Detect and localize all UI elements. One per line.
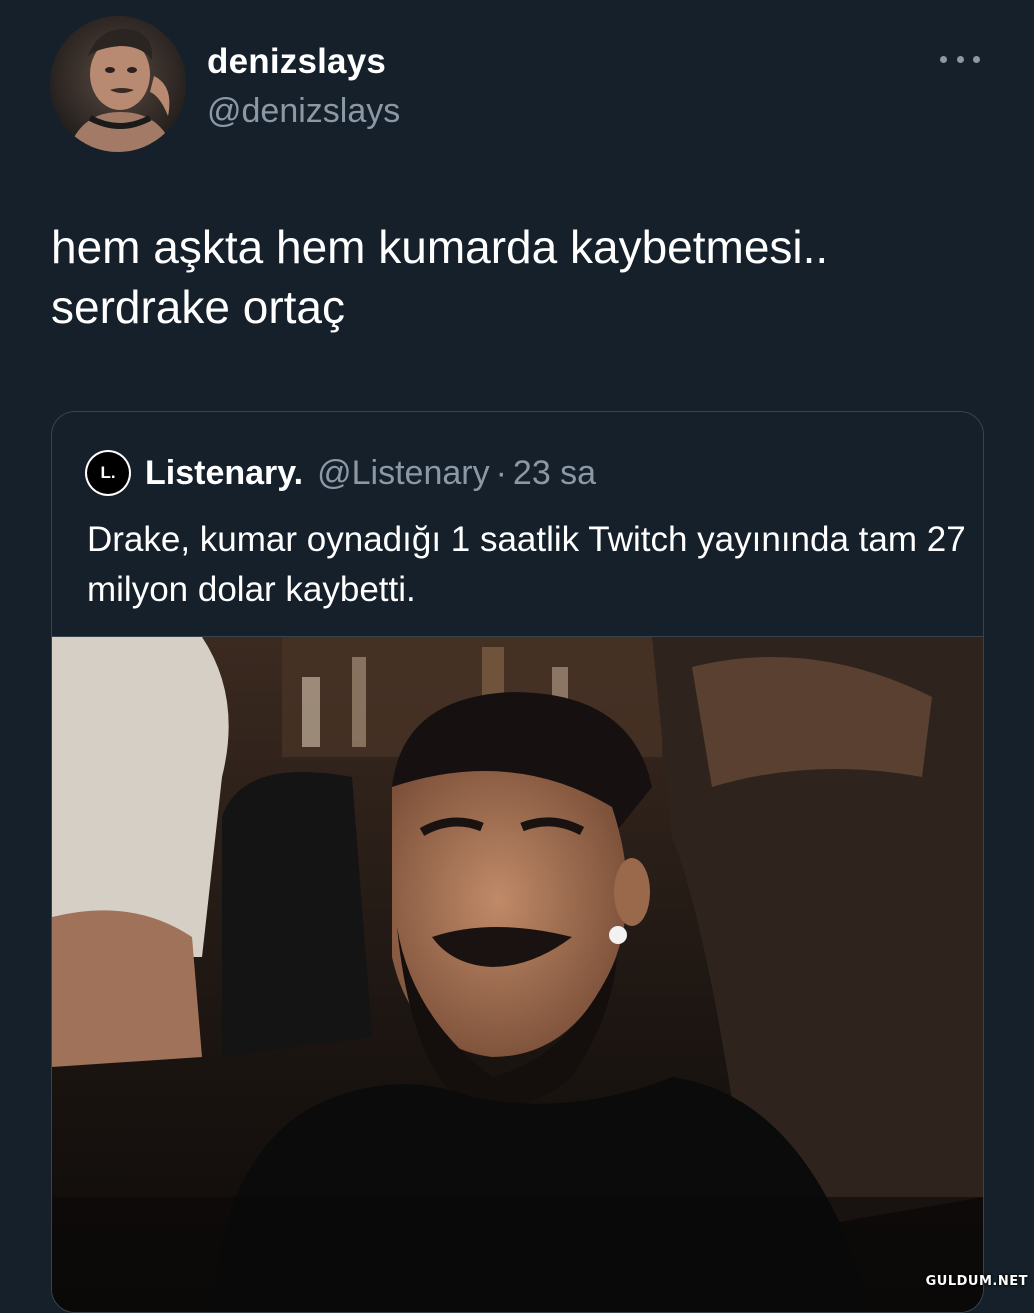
media-photo — [52, 637, 983, 1312]
more-horizontal-icon[interactable] — [940, 44, 980, 74]
quoted-author-display-name[interactable]: Listenary. — [145, 454, 303, 493]
quoted-avatar-letter: L. — [87, 452, 129, 494]
tweet-header: denizslays @denizslays — [50, 16, 990, 156]
quoted-author-handle[interactable]: @Listenary — [317, 454, 489, 493]
author-display-name[interactable]: denizslays — [207, 42, 386, 82]
author-avatar[interactable] — [50, 16, 186, 152]
watermark: GULDUM.NET — [925, 1274, 1028, 1289]
quoted-timestamp[interactable]: 23 sa — [513, 454, 596, 493]
tweet: denizslays @denizslays hem aşkta hem kum… — [0, 0, 1034, 1313]
more-dot — [956, 55, 964, 63]
quoted-tweet-header: L. Listenary. @Listenary · 23 sa — [85, 450, 596, 496]
quoted-tweet-text: Drake, kumar oynadığı 1 saatlik Twitch y… — [87, 520, 966, 609]
quoted-author-avatar[interactable]: L. — [85, 450, 131, 496]
author-handle[interactable]: @denizslays — [207, 92, 400, 131]
quoted-tweet-media[interactable] — [52, 636, 983, 1312]
avatar-photo — [50, 16, 186, 152]
quoted-separator: · — [495, 453, 507, 492]
more-dot — [940, 55, 947, 63]
tweet-text: hem aşkta hem kumarda kaybetmesi.. serdr… — [51, 221, 829, 333]
quoted-tweet[interactable]: L. Listenary. @Listenary · 23 sa Drake, … — [51, 411, 984, 1313]
more-dot — [973, 55, 980, 63]
